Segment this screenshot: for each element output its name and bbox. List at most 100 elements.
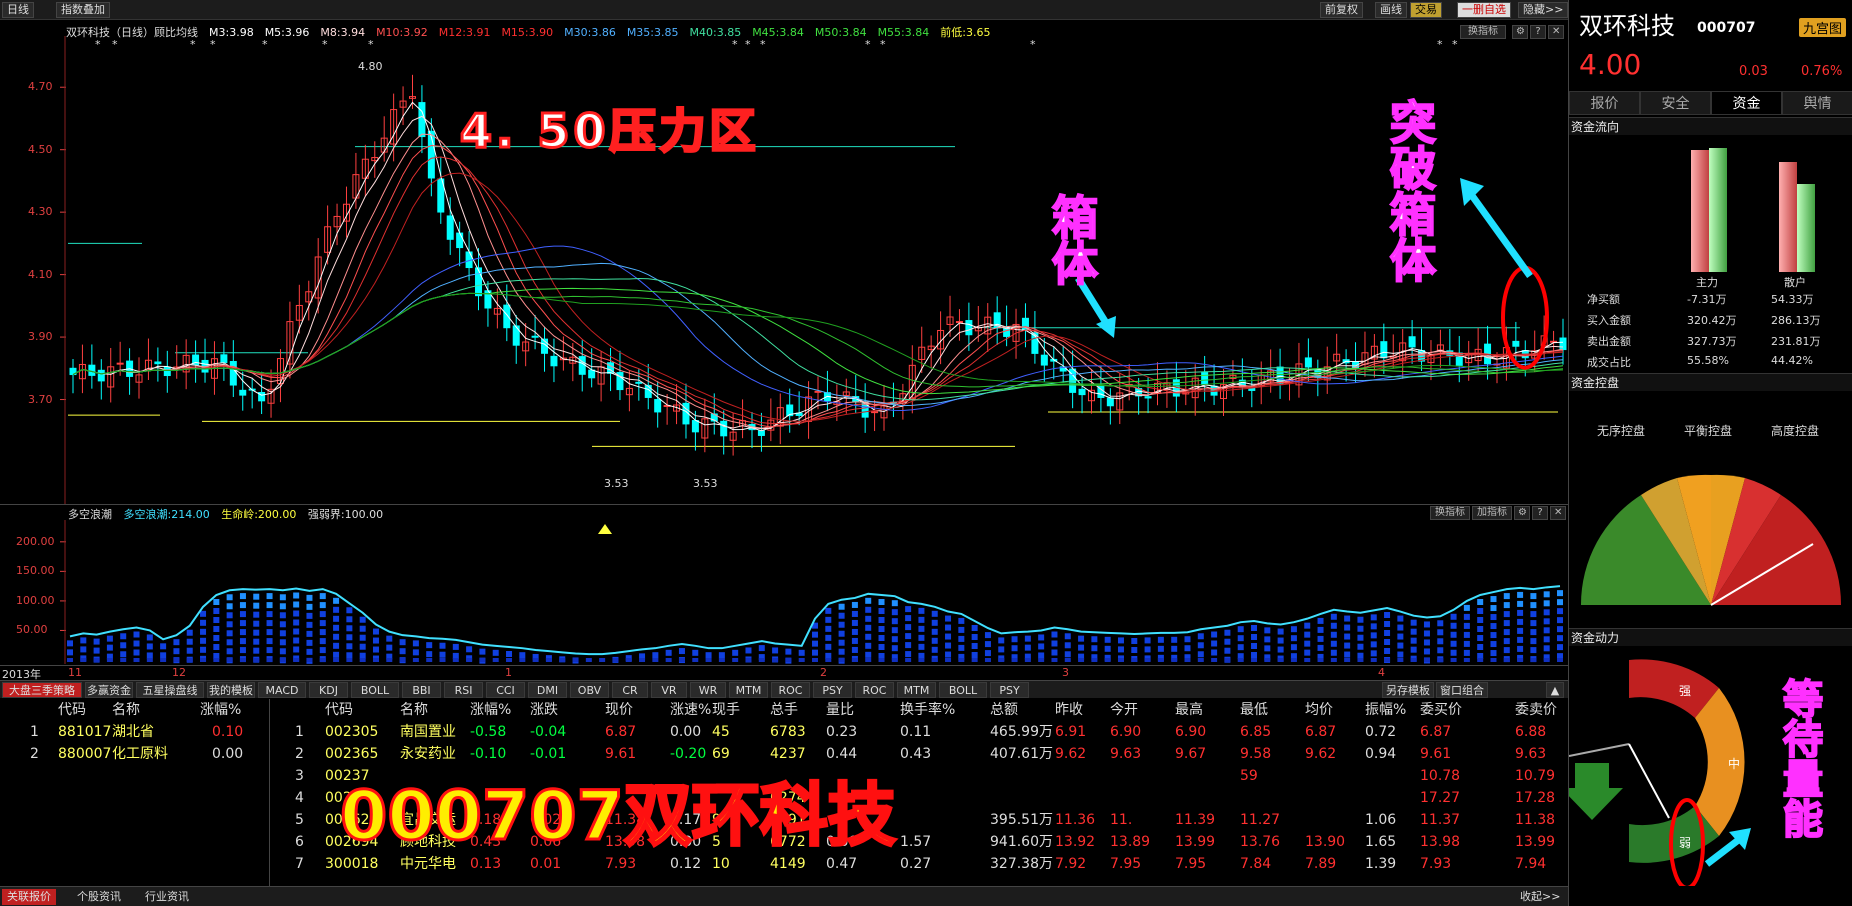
tab-2[interactable]: 五星操盘线 [136,682,204,698]
scroll-up-icon[interactable]: ▲ [1546,682,1564,698]
table-cell[interactable]: 941.60万 [990,831,1053,853]
col-header[interactable]: 总额 [990,699,1018,721]
table-cell[interactable]: 9.62 [1055,743,1086,765]
col-header[interactable]: 最高 [1175,699,1203,721]
table-cell[interactable]: 9.63 [1515,743,1546,765]
table-cell[interactable]: 6.88 [1515,721,1546,743]
table-cell[interactable]: 13.90 [1305,831,1345,853]
table-cell[interactable]: 11.37 [1420,809,1460,831]
tab-6[interactable]: BOLL [351,682,399,698]
settings-icon[interactable]: ⚙ [1512,25,1528,39]
tab-right-1[interactable]: 窗口组合 [1436,682,1488,698]
draw-line-button[interactable]: 画线 [1375,2,1407,18]
col-header[interactable]: 均价 [1305,699,1333,721]
table-cell[interactable]: 0.43 [900,743,931,765]
tab-11[interactable]: OBV [570,682,609,698]
sector-cell[interactable]: 湖北省 [112,721,154,743]
tab-18[interactable]: ROC [855,682,894,698]
tab-13[interactable]: VR [651,682,687,698]
table-cell[interactable]: 6.91 [1055,721,1086,743]
col-header[interactable]: 涨速% [670,699,711,721]
table-cell[interactable]: 7.89 [1305,853,1336,875]
table-cell[interactable]: 0.11 [900,721,931,743]
table-cell[interactable]: 6.85 [1240,721,1271,743]
industry-news-tab[interactable]: 行业资讯 [140,889,194,905]
sector-cell[interactable]: 化工原料 [112,743,168,765]
tab-capital[interactable]: 资金 [1711,91,1782,115]
table-cell[interactable]: 1.06 [1365,809,1396,831]
sector-cell[interactable]: 881017 [58,721,111,743]
tab-8[interactable]: RSI [444,682,483,698]
table-cell[interactable]: 45 [712,721,730,743]
close-icon[interactable]: ✕ [1548,25,1564,39]
tab-1[interactable]: 多赢资金 [85,682,133,698]
indicator-chart[interactable] [0,520,1568,664]
tab-0[interactable]: 大盘三季策略 [2,682,82,698]
col-header[interactable]: 今开 [1110,699,1138,721]
table-cell[interactable]: 6.90 [1175,721,1206,743]
col-header[interactable]: 量比 [826,699,854,721]
table-cell[interactable]: 9.58 [1240,743,1271,765]
table-cell[interactable]: 11.38 [1515,809,1555,831]
table-cell[interactable]: 13.92 [1055,831,1095,853]
table-cell[interactable]: 0.94 [1365,743,1396,765]
tab-3[interactable]: 我的模板 [207,682,255,698]
remove-watchlist-button[interactable]: 一删自选 [1457,2,1511,18]
indicator-add-button[interactable]: 加指标 [1472,506,1512,520]
trade-button[interactable]: 交易 [1410,2,1442,18]
sector-cell[interactable]: 0.00 [212,743,243,765]
col-header[interactable]: 代码 [325,699,353,721]
tab-10[interactable]: DMI [528,682,567,698]
indicator-switch-button[interactable]: 换指标 [1430,506,1470,520]
table-cell[interactable]: 9.61 [1420,743,1451,765]
table-cell[interactable]: 7.94 [1515,853,1546,875]
table-cell[interactable]: 17.28 [1515,787,1555,809]
table-cell[interactable]: 395.51万 [990,809,1053,831]
hide-button[interactable]: 隐藏>> [1518,2,1569,18]
related-quote-tab[interactable]: 关联报价 [2,889,56,905]
col-header[interactable]: 换手率% [900,699,955,721]
col-header[interactable]: 振幅% [1365,699,1406,721]
col-header[interactable]: 涨跌 [530,699,558,721]
tab-20[interactable]: BOLL [939,682,987,698]
table-cell[interactable]: 11.27 [1240,809,1280,831]
table-cell[interactable]: 59 [1240,765,1258,787]
table-cell[interactable]: 0.23 [826,721,857,743]
table-cell[interactable]: 13.99 [1175,831,1215,853]
collapse-button[interactable]: 收起>> [1515,889,1565,905]
tab-4[interactable]: MACD [258,682,306,698]
indicator-close-icon[interactable]: ✕ [1550,506,1566,520]
table-cell[interactable]: 13.98 [1420,831,1460,853]
col-header-change[interactable]: 涨幅% [200,699,241,721]
table-cell[interactable]: 13.89 [1110,831,1150,853]
col-header[interactable]: 委买价 [1420,699,1462,721]
table-cell[interactable]: 6.87 [605,721,636,743]
index-overlay-button[interactable]: 指数叠加 [56,2,110,18]
table-cell[interactable]: 9.67 [1175,743,1206,765]
tab-16[interactable]: ROC [771,682,810,698]
table-cell[interactable]: 7.95 [1110,853,1141,875]
table-cell[interactable]: 10.78 [1420,765,1460,787]
period-daily-button[interactable]: 日线 [2,2,34,18]
col-header[interactable]: 名称 [400,699,428,721]
col-header[interactable]: 最低 [1240,699,1268,721]
table-cell[interactable]: 6.87 [1305,721,1336,743]
tab-19[interactable]: MTM [897,682,936,698]
stock-news-tab[interactable]: 个股资讯 [72,889,126,905]
adjust-rights-button[interactable]: 前复权 [1320,2,1363,18]
table-cell[interactable]: 0.27 [900,853,931,875]
tab-quote[interactable]: 报价 [1569,91,1640,115]
table-cell[interactable]: 0.72 [1365,721,1396,743]
sector-cell[interactable]: 880007 [58,743,111,765]
col-header[interactable]: 昨收 [1055,699,1083,721]
table-cell[interactable]: 407.61万 [990,743,1053,765]
tab-9[interactable]: CCI [486,682,525,698]
tab-7[interactable]: BBI [402,682,441,698]
table-cell[interactable]: 9.62 [1305,743,1336,765]
table-cell[interactable]: 13.99 [1515,831,1555,853]
table-cell[interactable]: 1.39 [1365,853,1396,875]
table-cell[interactable]: 13.76 [1240,831,1280,853]
table-cell[interactable]: 6.87 [1420,721,1451,743]
table-cell[interactable]: 7.92 [1055,853,1086,875]
table-cell[interactable]: 11.36 [1055,809,1095,831]
